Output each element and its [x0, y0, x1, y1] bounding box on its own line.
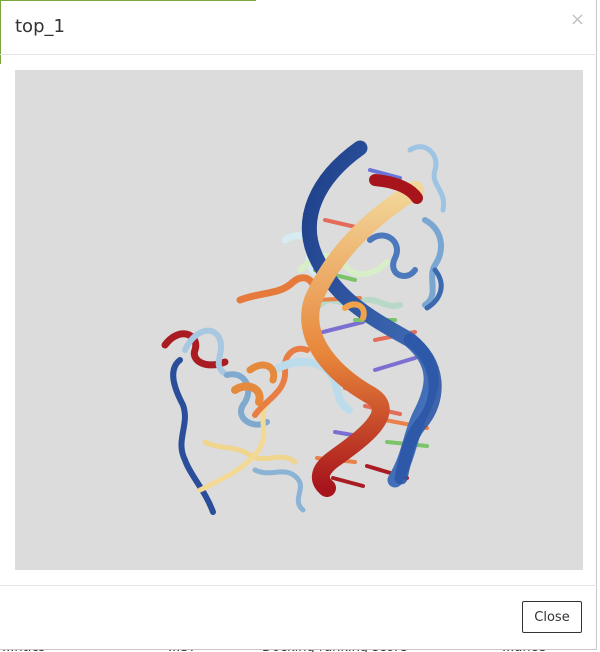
modal-title: top_1: [15, 16, 65, 37]
molecule-structure-image: [161, 140, 447, 515]
modal-header: top_1 ×: [0, 0, 597, 55]
close-button[interactable]: Close: [522, 601, 582, 633]
modal-footer: [0, 585, 597, 651]
close-icon[interactable]: ×: [570, 9, 585, 30]
modal-dialog: top_1 × Close: [0, 0, 597, 650]
structure-viewer[interactable]: [15, 70, 583, 570]
